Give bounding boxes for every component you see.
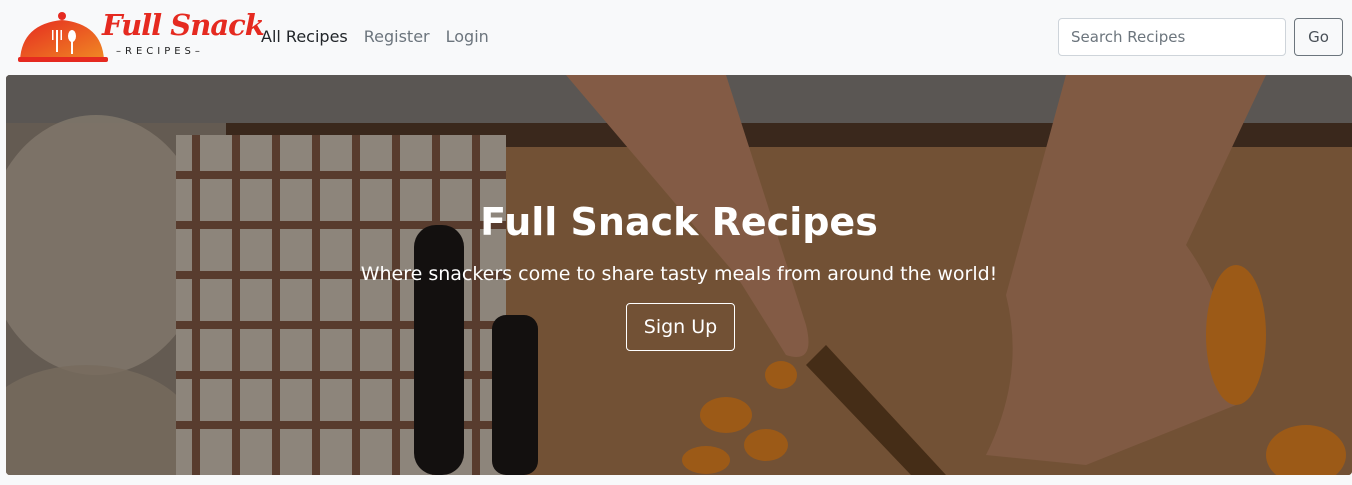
brand-title: Full Snack	[102, 8, 265, 42]
navbar: Full Snack –RECIPES– All Recipes Registe…	[0, 0, 1352, 74]
nav-link-register[interactable]: Register	[364, 27, 430, 46]
cloche-fork-spoon-icon	[18, 12, 108, 62]
page-bottom-strip	[0, 475, 1352, 485]
hero-subtitle: Where snackers come to share tasty meals…	[360, 263, 998, 285]
hero-title: Full Snack Recipes	[480, 200, 878, 244]
sign-up-button[interactable]: Sign Up	[626, 303, 735, 351]
nav-links: All Recipes Register Login	[261, 27, 489, 46]
brand-logo[interactable]: Full Snack –RECIPES–	[18, 8, 265, 66]
hero-banner: Full Snack Recipes Where snackers come t…	[6, 75, 1352, 475]
brand-subtitle: –RECIPES–	[116, 46, 204, 57]
nav-link-login[interactable]: Login	[446, 27, 489, 46]
search-input[interactable]	[1058, 18, 1286, 56]
nav-link-all-recipes[interactable]: All Recipes	[261, 27, 348, 46]
search-go-button[interactable]: Go	[1294, 18, 1343, 56]
